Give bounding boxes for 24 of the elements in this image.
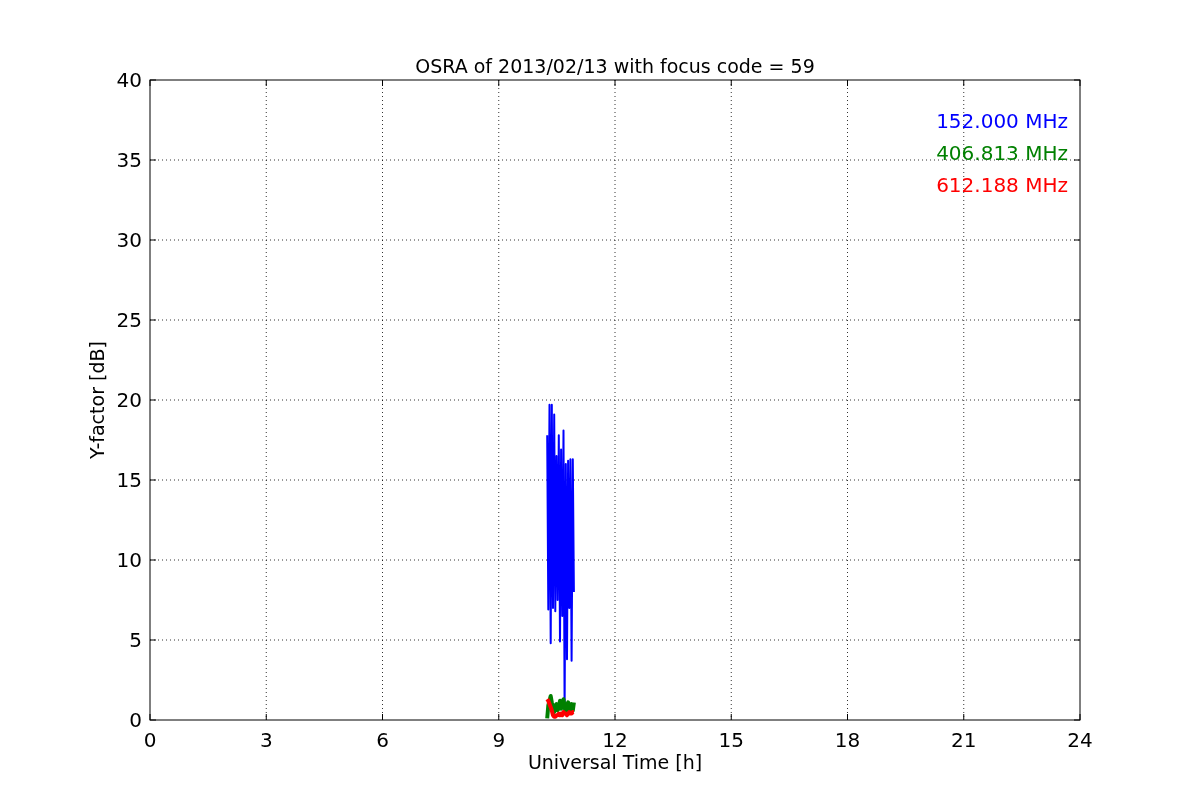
x-tick-label: 3 xyxy=(259,728,273,752)
chart-title: OSRA of 2013/02/13 with focus code = 59 xyxy=(415,55,815,77)
x-tick-label: 18 xyxy=(834,728,861,752)
y-tick-label: 20 xyxy=(116,388,142,412)
y-tick-label: 25 xyxy=(116,308,142,332)
x-tick-label: 9 xyxy=(492,728,506,752)
y-tick-label: 30 xyxy=(116,228,142,252)
legend-label: 406.813 MHz xyxy=(936,141,1068,165)
x-tick-label: 15 xyxy=(718,728,744,752)
x-tick-label: 12 xyxy=(602,728,628,752)
x-tick-label: 0 xyxy=(143,728,157,752)
y-tick-label: 35 xyxy=(116,148,142,172)
x-tick-label: 24 xyxy=(1067,728,1093,752)
y-tick-label: 10 xyxy=(116,548,142,572)
legend-label: 612.188 MHz xyxy=(936,173,1068,197)
x-tick-label: 6 xyxy=(376,728,389,752)
y-tick-label: 40 xyxy=(116,68,142,92)
y-tick-label: 15 xyxy=(116,468,142,492)
x-tick-label: 21 xyxy=(951,728,977,752)
y-tick-label: 5 xyxy=(129,628,142,652)
legend-label: 152.000 MHz xyxy=(936,109,1068,133)
y-tick-label: 0 xyxy=(129,708,142,732)
y-axis-label: Y-factor [dB] xyxy=(86,341,108,459)
x-axis-label: Universal Time [h] xyxy=(527,751,703,773)
